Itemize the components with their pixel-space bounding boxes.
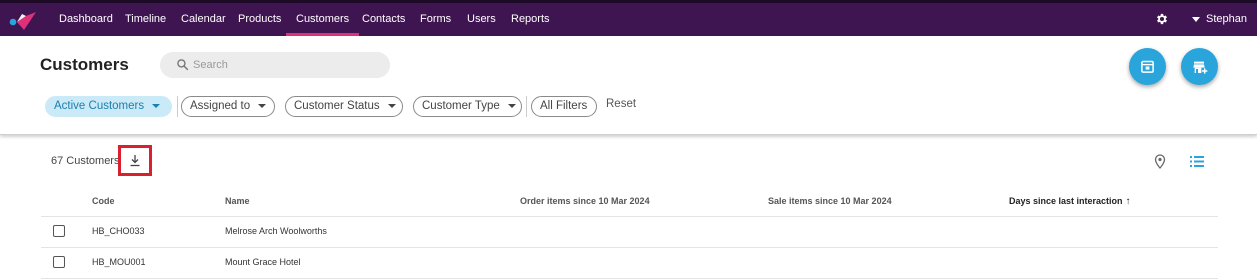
- brand-logo[interactable]: [8, 9, 38, 31]
- column-header-days-since-interaction[interactable]: Days since last interaction ↑: [1009, 196, 1131, 207]
- divider: [41, 278, 1218, 279]
- filter-active-customers-label: Active Customers: [54, 100, 145, 112]
- column-header-code[interactable]: Code: [92, 196, 115, 206]
- user-name: Stephan: [1206, 13, 1247, 25]
- gear-icon[interactable]: [1155, 12, 1169, 26]
- nav-calendar[interactable]: Calendar: [181, 3, 226, 36]
- filter-customer-status-label: Customer Status: [294, 100, 380, 112]
- filter-assigned-to-label: Assigned to: [190, 100, 251, 112]
- reset-button[interactable]: Reset: [606, 98, 636, 110]
- nav-dashboard[interactable]: Dashboard: [59, 3, 113, 36]
- chevron-down-icon: [258, 103, 267, 108]
- calendar-icon: [1141, 60, 1154, 73]
- map-pin-icon[interactable]: [1154, 154, 1166, 169]
- nav-users[interactable]: Users: [467, 3, 496, 36]
- nav-timeline[interactable]: Timeline: [125, 3, 166, 36]
- chevron-down-icon: [1192, 16, 1200, 22]
- top-nav-bar: Dashboard Timeline Calendar Products Cus…: [0, 0, 1257, 36]
- divider: [177, 96, 178, 117]
- divider: [526, 96, 527, 117]
- search-input[interactable]: [193, 56, 378, 74]
- nav-reports[interactable]: Reports: [511, 3, 550, 36]
- filter-customer-type-label: Customer Type: [422, 100, 500, 112]
- customer-count: 67 Customers: [51, 155, 120, 167]
- add-customer-button[interactable]: [1181, 48, 1218, 85]
- row-checkbox[interactable]: [53, 225, 65, 237]
- search-box[interactable]: [160, 52, 390, 78]
- column-header-name[interactable]: Name: [225, 196, 250, 206]
- search-icon: [177, 59, 189, 71]
- nav-contacts[interactable]: Contacts: [362, 3, 405, 36]
- calendar-action-button[interactable]: [1129, 48, 1166, 85]
- download-icon: [130, 155, 140, 167]
- nav-products[interactable]: Products: [238, 3, 281, 36]
- row-checkbox[interactable]: [53, 256, 65, 268]
- filter-active-customers[interactable]: Active Customers: [45, 96, 172, 117]
- cell-code: HB_MOU001: [92, 257, 146, 267]
- nav-customers[interactable]: Customers: [286, 3, 360, 36]
- filter-customer-status[interactable]: Customer Status: [285, 96, 403, 117]
- add-customer-icon: [1193, 61, 1208, 74]
- list-view-icon[interactable]: [1190, 156, 1204, 167]
- cell-name: Mount Grace Hotel: [225, 257, 301, 267]
- filter-customer-type[interactable]: Customer Type: [413, 96, 522, 117]
- cell-code: HB_CHO033: [92, 226, 145, 236]
- table-row[interactable]: HB_CHO033 Melrose Arch Woolworths: [41, 216, 1218, 247]
- chevron-down-icon: [152, 103, 161, 108]
- table-row[interactable]: HB_MOU001 Mount Grace Hotel: [41, 247, 1218, 278]
- nav-forms[interactable]: Forms: [420, 3, 451, 36]
- chevron-down-icon: [387, 103, 396, 108]
- all-filters-button[interactable]: All Filters: [531, 96, 597, 117]
- column-header-order-items[interactable]: Order items since 10 Mar 2024: [520, 196, 650, 206]
- user-menu[interactable]: Stephan: [1192, 3, 1247, 36]
- page-title: Customers: [40, 55, 129, 74]
- column-header-days-label: Days since last interaction: [1009, 196, 1123, 206]
- chevron-down-icon: [507, 103, 516, 108]
- filter-assigned-to[interactable]: Assigned to: [181, 96, 275, 117]
- column-header-sale-items[interactable]: Sale items since 10 Mar 2024: [768, 196, 892, 206]
- sort-ascending-icon: ↑: [1125, 196, 1131, 207]
- download-button[interactable]: [118, 145, 152, 176]
- cell-name: Melrose Arch Woolworths: [225, 226, 327, 236]
- header-panel: Customers Active Customers Assigned to C…: [0, 36, 1257, 135]
